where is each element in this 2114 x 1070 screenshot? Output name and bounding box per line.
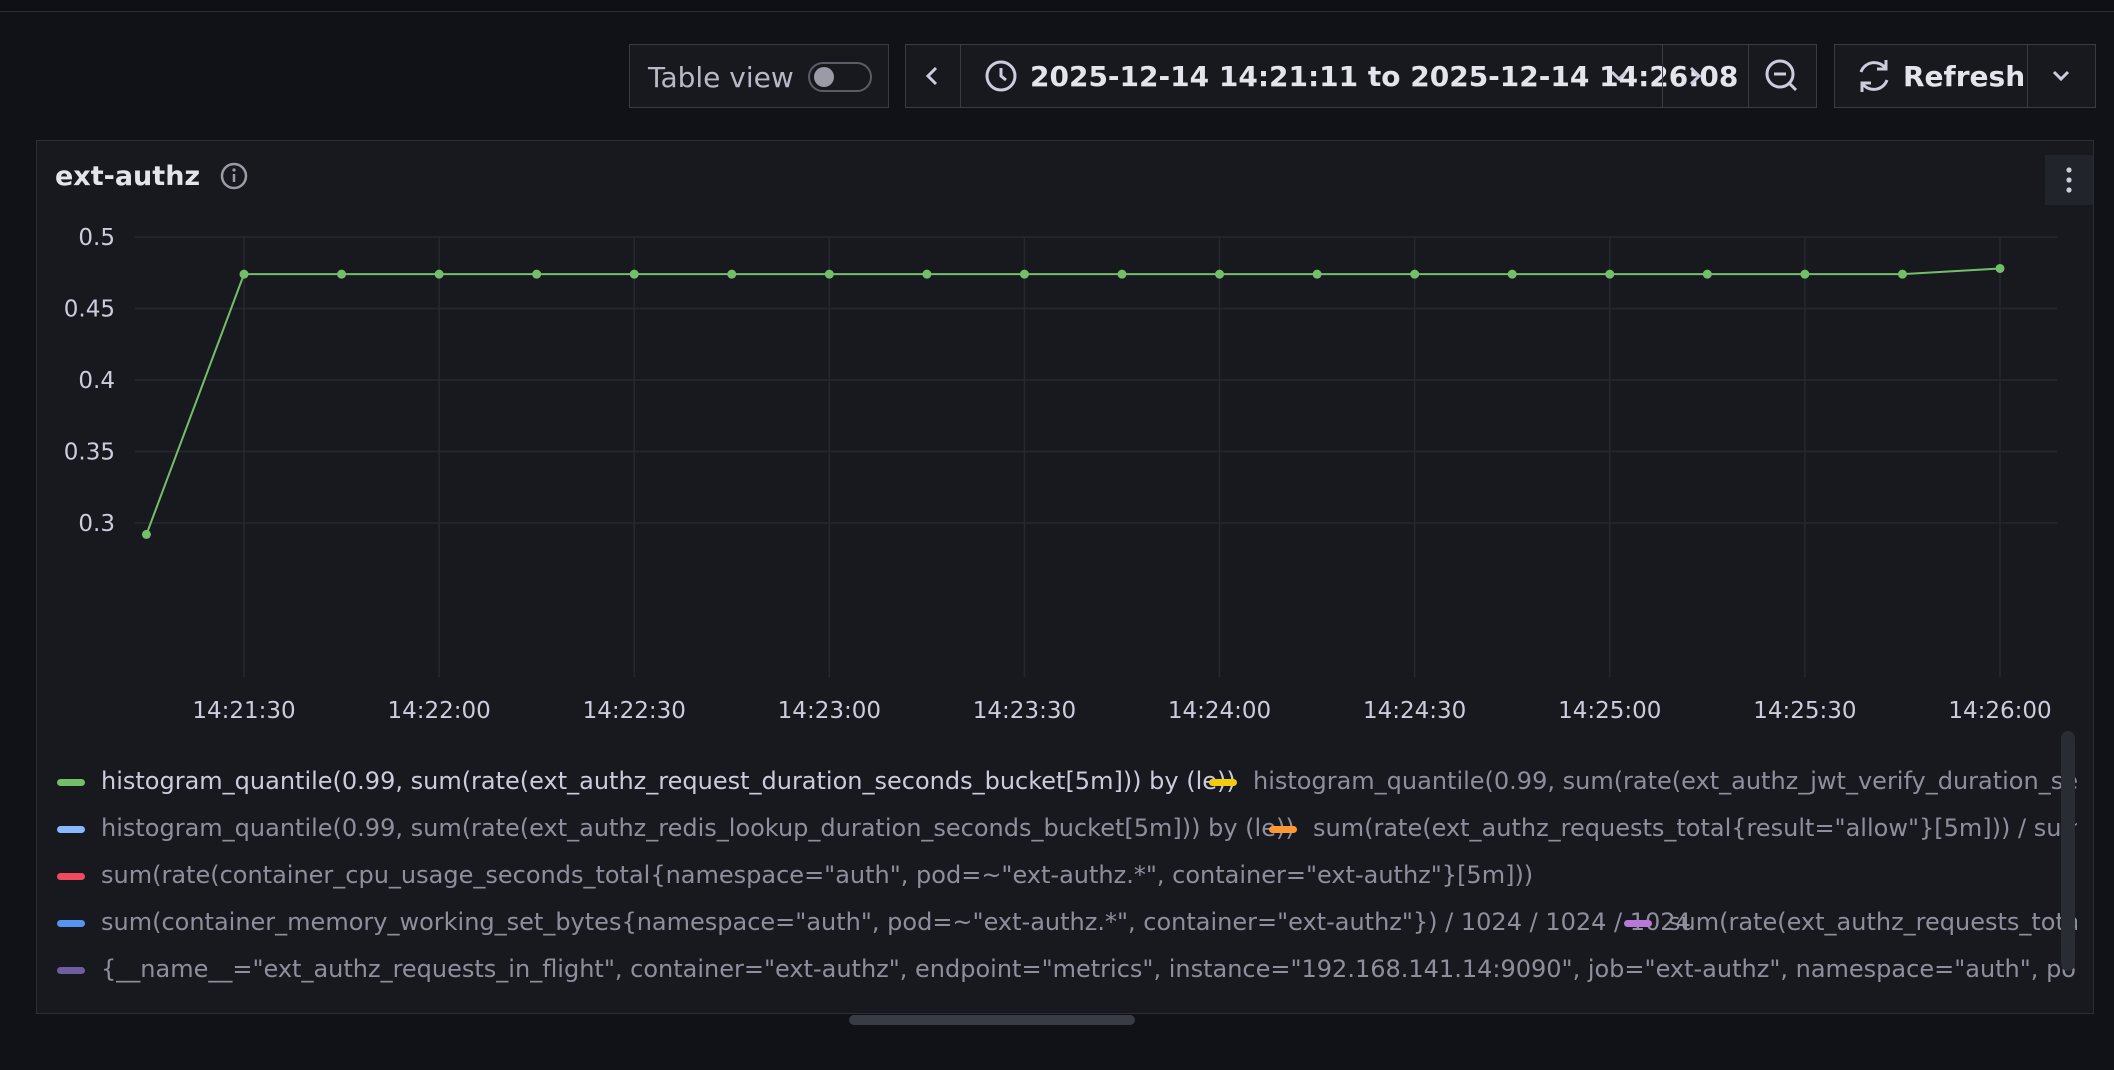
data-point [1215,269,1225,279]
x-tick-label: 14:25:00 [1558,698,1661,724]
chevron-down-icon [2052,70,2070,82]
x-tick-label: 14:26:00 [1948,698,2051,724]
panel-ext-authz: ext-authz 0.5 0.45 0.4 0.35 0.3 14:21:30 14:22… [36,140,2094,1025]
legend-swatch [1624,920,1652,927]
time-forward-button[interactable] [1663,45,1725,107]
x-tick-label: 14:22:30 [583,698,686,724]
data-point [532,269,542,279]
y-tick-label: 0.45 [64,296,115,322]
data-point [824,269,834,279]
legend-label: sum(rate(container_cpu_usage_seconds_tot… [101,861,1534,889]
table-view-toggle-group[interactable]: Table view [629,44,889,108]
refresh-button[interactable]: Refresh [1835,45,2027,107]
x-tick-label: 14:23:30 [973,698,1076,724]
data-point [1117,269,1127,279]
y-tick-label: 0.3 [78,511,115,537]
clock-icon [985,60,1017,92]
data-point [1410,269,1420,279]
legend-vertical-scrollbar[interactable] [2061,731,2075,971]
data-point [1507,269,1517,279]
legend-label: {__name__="ext_authz_requests_in_flight"… [101,955,2077,983]
data-point [239,269,249,279]
data-point [629,269,639,279]
legend-swatch [1269,826,1297,833]
x-tick-label: 14:21:30 [192,698,295,724]
x-tick-label: 14:22:00 [387,698,490,724]
data-point [1019,269,1029,279]
legend-label: histogram_quantile(0.99, sum(rate(ext_au… [101,814,1295,842]
data-point [434,269,444,279]
top-border [0,0,2114,12]
data-point [1995,263,2005,273]
time-range-picker: 2025-12-14 14:21:11 to 2025-12-14 14:26:… [905,44,1817,108]
legend-label: sum(rate(ext_authz_requests_total{result… [1313,814,2077,842]
legend: histogram_quantile(0.99, sum(rate(ext_au… [37,741,2077,1003]
y-tick-label: 0.5 [78,225,115,251]
legend-label: histogram_quantile(0.99, sum(rate(ext_au… [1253,767,2077,795]
legend-swatch [1209,779,1237,786]
x-tick-label: 14:25:30 [1753,698,1856,724]
refresh-label: Refresh [1903,60,2026,93]
data-point [1702,269,1712,279]
zoom-out-icon [1765,59,1798,92]
chevron-left-icon [925,66,938,86]
x-tick-label: 14:23:00 [778,698,881,724]
table-view-switch[interactable] [808,62,872,92]
chevron-right-icon [1689,66,1702,86]
data-point [727,269,737,279]
legend-swatch [57,873,85,880]
legend-label: sum(rate(ext_authz_request_duration_seco… [101,1002,1543,1003]
data-point [1800,269,1810,279]
legend-label: sum(rate(ext_authz_requests_total[5m])) [1668,908,2077,936]
legend-label: histogram_quantile(0.99, sum(rate(ext_au… [101,767,1236,795]
x-tick-label: 14:24:30 [1363,698,1466,724]
data-point [1897,269,1907,279]
separator [960,45,961,107]
zoom-out-button[interactable] [1749,45,1816,107]
data-point [922,269,932,279]
chevron-down-icon [1610,70,1628,82]
data-point [1605,269,1615,279]
table-view-label: Table view [648,61,794,94]
switch-knob [814,67,834,87]
legend-swatch [57,920,85,927]
x-tick-label: 14:24:00 [1168,698,1271,724]
refresh-group: Refresh [1834,44,2096,108]
legend-label: sum(container_memory_working_set_bytes{n… [101,908,1691,936]
data-point [1312,269,1322,279]
legend-swatch [57,826,85,833]
time-series-chart[interactable]: 0.5 0.45 0.4 0.35 0.3 14:21:30 14:22:00 14:22:3… [37,141,2093,731]
time-range-button[interactable]: 2025-12-14 14:21:11 to 2025-12-14 14:26:… [962,45,1738,107]
legend-swatch [57,967,85,974]
y-tick-label: 0.4 [78,368,115,394]
legend-horizontal-scrollbar[interactable] [849,1015,1135,1025]
data-point [141,529,151,539]
data-point [337,269,347,279]
legend-swatch [57,779,85,786]
y-tick-label: 0.35 [64,439,115,465]
time-back-button[interactable] [906,45,960,107]
refresh-icon [1859,60,1889,92]
refresh-interval-dropdown[interactable] [2028,45,2095,107]
